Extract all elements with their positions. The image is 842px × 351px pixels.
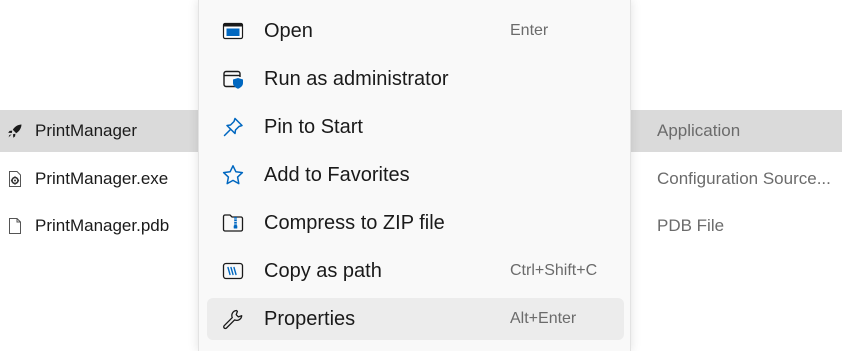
admin-shield-icon <box>223 70 243 89</box>
file-type: Application <box>657 121 741 140</box>
blank-file-icon <box>9 218 21 234</box>
menu-item-open[interactable]: Open Enter <box>207 10 624 52</box>
config-file-icon <box>9 171 21 187</box>
menu-item-add-to-favorites[interactable]: Add to Favorites <box>207 154 624 196</box>
menu-item-label: Pin to Start <box>264 116 363 138</box>
file-name: PrintManager.pdb <box>35 216 170 235</box>
menu-item-label: Compress to ZIP file <box>264 212 445 234</box>
menu-item-shortcut: Enter <box>510 22 549 39</box>
menu-item-run-as-administrator[interactable]: Run as administrator <box>207 58 624 100</box>
star-icon <box>222 165 244 185</box>
file-type: PDB File <box>657 216 725 235</box>
copy-path-icon <box>222 262 244 280</box>
menu-item-label: Open <box>264 20 313 42</box>
wrench-icon <box>223 309 243 330</box>
rocket-app-icon <box>8 124 22 138</box>
menu-item-compress-to-zip[interactable]: Compress to ZIP file <box>207 202 624 244</box>
menu-item-label: Add to Favorites <box>264 164 410 186</box>
menu-item-label: Copy as path <box>264 260 382 282</box>
menu-item-pin-to-start[interactable]: Pin to Start <box>207 106 624 148</box>
menu-item-shortcut: Alt+Enter <box>510 310 577 327</box>
menu-item-properties[interactable]: Properties Alt+Enter <box>207 298 624 340</box>
menu-item-label: Run as administrator <box>264 68 449 90</box>
file-name: PrintManager.exe <box>35 169 169 188</box>
menu-item-label: Properties <box>264 308 356 330</box>
open-window-icon <box>222 22 244 40</box>
pin-icon <box>223 117 243 137</box>
file-name: PrintManager <box>35 121 138 140</box>
zip-folder-icon <box>222 214 244 232</box>
menu-item-copy-as-path[interactable]: Copy as path Ctrl+Shift+C <box>207 250 624 292</box>
file-type: Configuration Source... <box>657 169 831 188</box>
menu-item-shortcut: Ctrl+Shift+C <box>510 262 598 279</box>
context-menu: Open Enter Run as administrator Pin to S… <box>198 0 631 351</box>
